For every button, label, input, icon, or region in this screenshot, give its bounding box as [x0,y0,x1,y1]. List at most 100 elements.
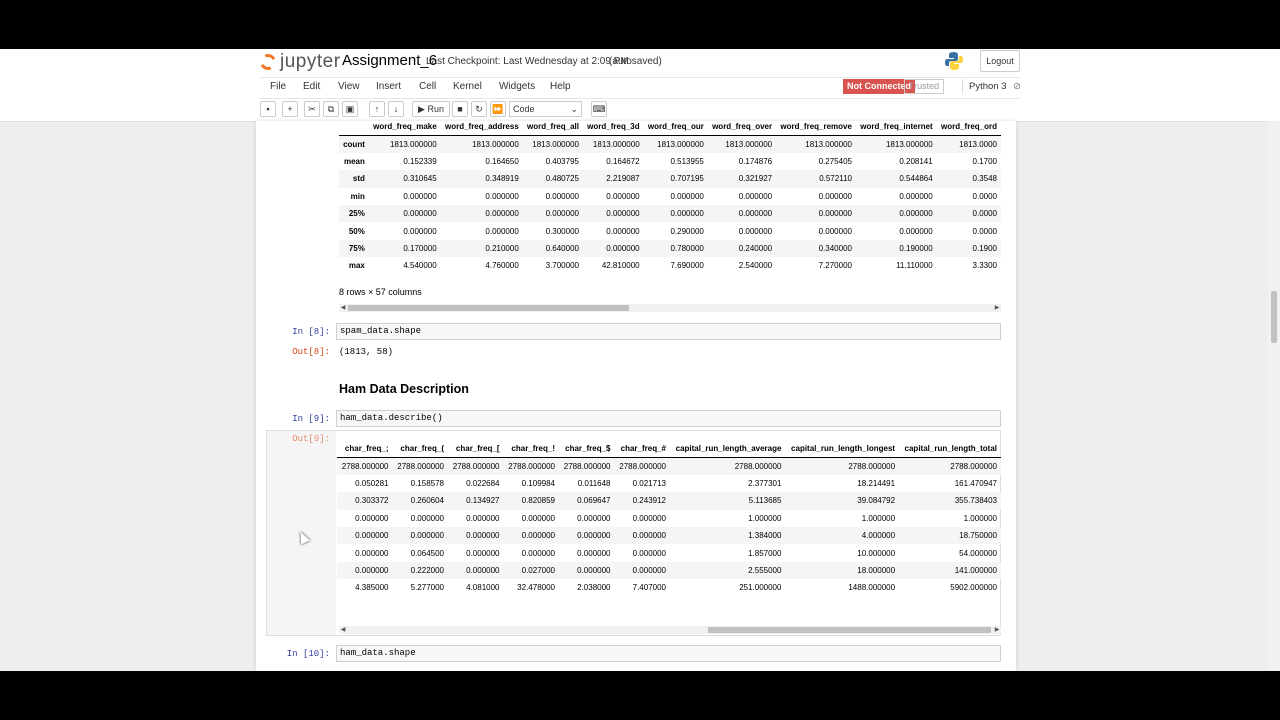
table-cell: 0.000000 [818,191,852,201]
table-cell: 2788.000000 [508,461,555,471]
table-row: 0.000000 0.064500 0.000000 0.000000 0.000000… [337,544,1001,561]
table-cell: 0.321927 [738,174,773,184]
notebook-container: word_freq_make word_freq_address word_fr… [256,121,1016,671]
table-cell: 3.700000 [545,261,579,271]
browser-viewport: jupyter Assignment_6 Last Checkpoint: La… [0,49,1280,671]
table-cell: 3.3300 [972,261,997,271]
row-index: max [348,261,365,271]
menu-widgets[interactable]: Widgets [499,81,535,92]
move-down-icon[interactable]: ↓ [388,101,404,117]
table-cell: 2788.000000 [619,461,666,471]
scroll-left-icon[interactable]: ◀ [339,626,347,634]
run-button[interactable]: ▶ Run [412,101,450,117]
menu-kernel[interactable]: Kernel [453,81,482,92]
table-header: word_freq_address [444,121,519,131]
table-cell: 0.780000 [670,243,704,253]
menu-file[interactable]: File [270,81,286,92]
table-cell: 5.113685 [748,496,782,506]
table-cell: 0.243912 [632,496,666,506]
table-cell: 0.000000 [818,209,852,219]
trusted-badge[interactable]: Trusted [904,79,945,94]
restart-icon[interactable]: ↻ [471,101,487,117]
table-cell: 0.152339 [403,156,437,166]
keyboard-icon[interactable]: ⌨ [591,101,607,117]
scrollbar-thumb[interactable] [708,627,991,633]
table-header: char_freq_# [620,443,666,453]
table-cell: 2.038000 [577,583,611,593]
cell-type-select[interactable]: Code ⌄ [509,101,582,117]
jupyter-logo-icon [257,51,279,73]
notebook-name[interactable]: Assignment_6 [342,52,437,69]
table-cell: 1.000000 [963,513,997,523]
copy-icon[interactable]: ⧉ [323,101,339,117]
insert-cell-icon[interactable]: + [282,101,298,117]
scroll-right-icon[interactable]: ▶ [993,304,1001,312]
logout-button[interactable]: Logout [980,50,1020,72]
code-cell-8[interactable]: spam_data.shape [336,323,1001,340]
row-index: min [350,191,365,201]
move-up-icon[interactable]: ↑ [369,101,385,117]
menu-edit[interactable]: Edit [303,81,320,92]
table-cell: 0.707195 [670,174,704,184]
table-cell: 0.000000 [355,548,389,558]
table-cell: 11.110000 [896,261,933,271]
table-cell: 0.000000 [899,191,933,201]
scrollbar-thumb[interactable] [348,305,629,311]
table-cell: 0.174876 [738,156,773,166]
spam-table-body: count 1813.000000 1813.000000 1813.000000 18… [339,135,1001,274]
table-cell: 1813.000000 [592,139,640,149]
table-row: min 0.000000 0.000000 0.000000 0.000000 0.000… [339,188,1001,205]
in-prompt-9: In [9]: [292,414,330,424]
table-cell: 1488.000000 [848,583,896,593]
table-header: word_freq_make [373,121,437,131]
menu-insert[interactable]: Insert [376,81,401,92]
table-header-row: char_freq_; char_freq_( char_freq_[ char… [337,440,1001,458]
table-cell: 0.134927 [466,496,500,506]
chevron-down-icon: ⌄ [570,104,578,114]
table-cell: 0.000000 [899,226,933,236]
table-header: char_freq_[ [455,443,500,453]
table-cell: 0.000000 [545,209,579,219]
in-prompt-10: In [10]: [286,649,330,659]
table-cell: 1813.0000 [959,139,997,149]
interrupt-icon[interactable]: ■ [452,101,468,117]
table-cell: 7.407000 [632,583,666,593]
cut-icon[interactable]: ✂ [304,101,320,117]
table-header: char_freq_( [400,443,444,453]
row-index: std [352,174,365,184]
page-scrollbar[interactable] [1268,121,1280,671]
menu-cell[interactable]: Cell [419,81,436,92]
kernel-name: Python 3 [969,81,1007,92]
paste-icon[interactable]: ▣ [342,101,358,117]
table-header: word_freq_all [526,121,579,131]
code-cell-10[interactable]: ham_data.shape [336,645,1001,662]
table-header: capital_run_length_average [675,443,782,453]
save-icon[interactable]: ▪ [260,101,276,117]
table-cell: 0.000000 [355,531,389,541]
table-cell: 1813.000000 [532,139,579,149]
table-cell: 0.310645 [403,174,437,184]
table-cell: 0.000000 [577,548,611,558]
spam-table-scrollbar[interactable]: ◀ ▶ [339,304,1001,312]
kernel-indicator: Python 3 ⊘ [962,79,1021,94]
code-cell-9[interactable]: ham_data.describe() [336,410,1001,427]
table-cell: 0.240000 [738,243,773,253]
restart-run-all-icon[interactable]: ⏩ [490,101,506,117]
table-cell: 1813.000000 [472,139,519,149]
table-cell: 4.760000 [485,261,519,271]
page-scrollbar-thumb[interactable] [1271,291,1277,343]
table-row: 0.000000 0.000000 0.000000 0.000000 0.000000… [337,526,1001,545]
table-cell: 7.690000 [670,261,704,271]
table-cell: 2.555000 [748,565,782,575]
table-cell: 0.000000 [521,531,555,541]
menu-view[interactable]: View [338,81,360,92]
jupyter-logo[interactable]: jupyter [257,51,341,73]
in-prompt-8: In [8]: [292,327,330,337]
menu-help[interactable]: Help [550,81,571,92]
table-cell: 0.021713 [632,478,666,488]
table-header: char_freq_; [344,443,389,453]
table-cell: 0.000000 [899,209,933,219]
scroll-right-icon[interactable]: ▶ [993,626,1001,634]
scroll-left-icon[interactable]: ◀ [339,304,347,312]
ham-table-scrollbar[interactable]: ◀ ▶ [339,626,1001,634]
